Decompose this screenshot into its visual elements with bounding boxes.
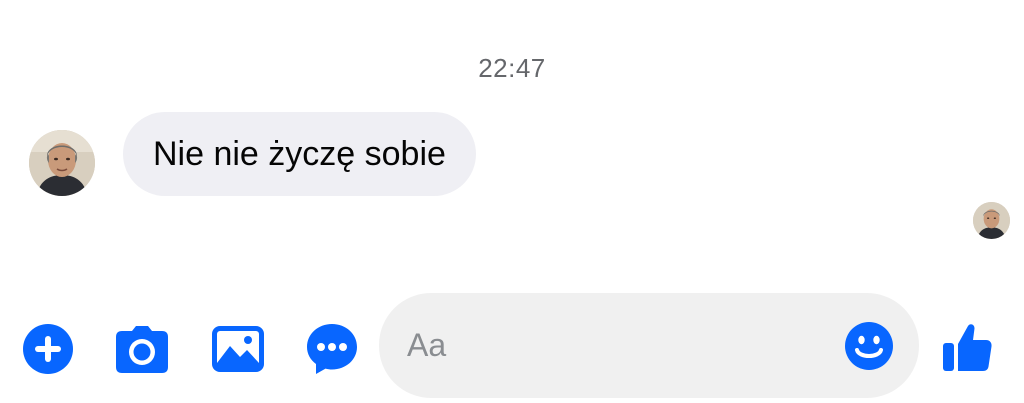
more-options-button[interactable] <box>305 322 359 376</box>
add-button[interactable] <box>22 323 74 375</box>
message-input[interactable] <box>407 293 827 398</box>
chat-dots-icon <box>307 324 357 374</box>
camera-button[interactable] <box>114 323 170 375</box>
smiley-icon <box>845 322 893 370</box>
like-button[interactable] <box>941 322 993 374</box>
message-text: Nie nie życzę sobie <box>153 134 446 173</box>
thumbs-up-icon <box>943 324 992 371</box>
message-bubble[interactable]: Nie nie życzę sobie <box>123 112 476 196</box>
avatar-photo <box>973 202 1010 239</box>
avatar-photo <box>29 130 95 196</box>
message-composer <box>379 293 919 398</box>
plus-circle-icon <box>23 324 73 374</box>
emoji-button[interactable] <box>844 321 894 371</box>
seen-receipt-avatar <box>973 202 1010 239</box>
sender-avatar[interactable] <box>29 130 95 196</box>
message-timestamp: 22:47 <box>478 53 546 83</box>
image-icon <box>212 326 264 372</box>
messenger-thread: 22:47 Nie nie życzę sobie <box>0 0 1024 403</box>
camera-icon <box>116 326 168 373</box>
gallery-button[interactable] <box>210 322 266 376</box>
